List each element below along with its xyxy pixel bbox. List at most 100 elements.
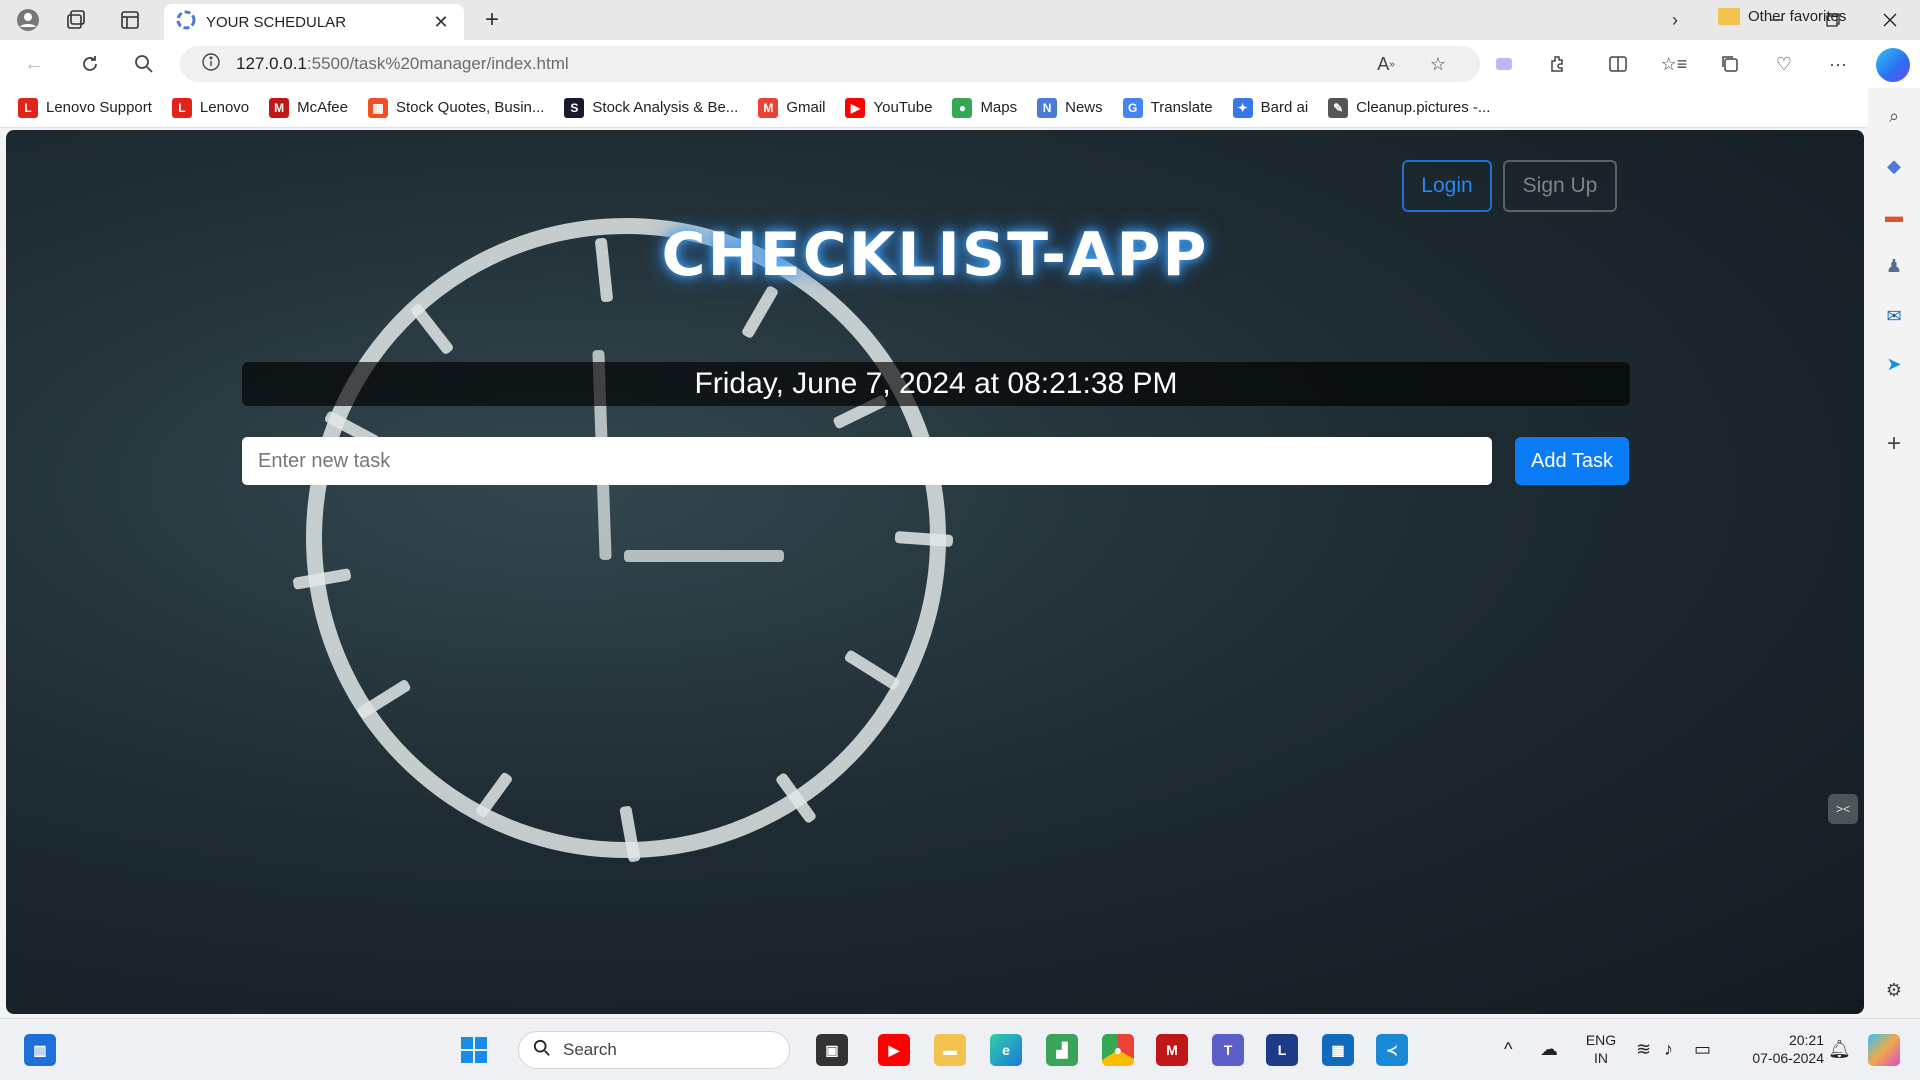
floating-extension-icon[interactable]: >< [1828, 794, 1858, 824]
widgets-icon[interactable]: ▥ [24, 1034, 56, 1066]
chevron-up-icon[interactable]: ^ [1504, 1039, 1512, 1060]
read-aloud-icon[interactable]: A» [1368, 46, 1404, 82]
address-bar[interactable]: 127.0.0.1:5500/task%20manager/index.html [180, 46, 1480, 82]
bookmark-label: News [1065, 99, 1103, 116]
other-favorites[interactable]: Other favorites [1718, 8, 1846, 25]
copilot-taskbar-icon[interactable] [1868, 1034, 1900, 1066]
language-code: ENG [1585, 1032, 1617, 1048]
search-icon [533, 1039, 551, 1062]
taskbar-search[interactable]: Search [518, 1031, 790, 1069]
browser-tab-strip: YOUR SCHEDULAR ✕ + [0, 0, 1920, 40]
close-window-button[interactable] [1862, 0, 1918, 40]
task-view-icon[interactable]: ▣ [816, 1034, 848, 1066]
bookmarks-bar: L Lenovo Support L Lenovo M McAfee ▦ Stock Quot… [0, 88, 1920, 128]
folder-icon [1718, 8, 1740, 25]
site-info-icon[interactable] [202, 52, 220, 76]
youtube-icon[interactable]: ▶ [878, 1034, 910, 1066]
outlook-icon[interactable]: ✉ [1882, 304, 1906, 328]
bookmark-item[interactable]: N News [1037, 97, 1103, 118]
maps-icon: ● [952, 97, 973, 118]
search-icon[interactable] [128, 49, 160, 79]
store-icon[interactable]: ▦ [1322, 1034, 1354, 1066]
chevron-right-icon[interactable]: › [1672, 10, 1678, 31]
bookmark-item[interactable]: S Stock Analysis & Be... [564, 97, 738, 118]
more-options-icon[interactable]: ··· [1820, 46, 1856, 82]
extensions-icon[interactable] [1540, 46, 1576, 82]
file-explorer-icon[interactable]: ▬ [934, 1034, 966, 1066]
favorite-star-icon[interactable]: ☆ [1420, 46, 1456, 82]
browser-essentials-icon[interactable]: ♡ [1766, 46, 1802, 82]
bookmark-item[interactable]: M McAfee [269, 97, 348, 118]
windows-taskbar: ▥ Search ▣ ▶ ▬ e ▟ ● M T L ▦ ≺ ^ ☁ ENG I… [0, 1018, 1920, 1080]
other-favorites-label: Other favorites [1748, 8, 1847, 25]
clock-hour-hand [624, 550, 784, 562]
edge-sidebar: ⌕ ◆ ▬ ♟ ✉ ➤ + ⚙ [1868, 88, 1920, 1018]
vertical-tabs-icon[interactable] [114, 6, 146, 34]
tab-favicon-icon [176, 10, 196, 35]
bookmark-label: McAfee [297, 99, 348, 116]
games-icon[interactable]: ♟ [1882, 254, 1906, 278]
send-icon[interactable]: ➤ [1882, 352, 1906, 376]
chrome-icon[interactable]: ● [1102, 1034, 1134, 1066]
bard-icon: ✦ [1232, 97, 1253, 118]
copilot-icon[interactable] [1876, 48, 1910, 82]
url-text: 127.0.0.1:5500/task%20manager/index.html [236, 54, 569, 73]
volume-icon[interactable]: ♪ [1664, 1039, 1673, 1060]
teams-icon[interactable]: T [1212, 1034, 1244, 1066]
bookmark-label: Gmail [786, 99, 826, 116]
cleanup-icon: ✎ [1328, 97, 1349, 118]
active-tab[interactable]: YOUR SCHEDULAR ✕ [164, 4, 464, 40]
stocks-icon[interactable]: ▟ [1046, 1034, 1078, 1066]
sign-up-button[interactable]: Sign Up [1503, 160, 1617, 212]
tab-title: YOUR SCHEDULAR [206, 13, 347, 31]
bookmark-item[interactable]: L Lenovo [171, 97, 250, 118]
clock-date: 07-06-2024 [1752, 1050, 1824, 1066]
login-button[interactable]: Login [1402, 160, 1492, 212]
profile-icon[interactable] [12, 6, 44, 34]
youtube-icon: ▶ [845, 97, 866, 118]
sidebar-search-icon[interactable]: ⌕ [1882, 104, 1906, 128]
mcafee-icon[interactable]: M [1156, 1034, 1188, 1066]
bookmark-item[interactable]: M Gmail [758, 97, 826, 118]
add-task-button[interactable]: Add Task [1515, 437, 1629, 485]
wifi-icon[interactable]: ≋ [1636, 1039, 1651, 1060]
bookmark-item[interactable]: ✎ Cleanup.pictures -... [1328, 97, 1490, 118]
split-screen-icon[interactable] [1600, 46, 1636, 82]
new-task-input[interactable] [242, 437, 1492, 485]
clock-face [284, 196, 968, 880]
shopping-tag-icon[interactable]: ◆ [1882, 154, 1906, 178]
extension-app-icon[interactable] [1486, 46, 1522, 82]
onedrive-icon[interactable]: ☁ [1540, 1039, 1558, 1060]
start-icon[interactable] [458, 1034, 490, 1066]
bookmark-item[interactable]: ✦ Bard ai [1232, 97, 1309, 118]
clock[interactable]: 20:21 07-06-2024 [1736, 1031, 1824, 1067]
edge-icon[interactable]: e [990, 1034, 1022, 1066]
bookmark-label: Translate [1150, 99, 1213, 116]
battery-icon[interactable]: ▭ [1694, 1039, 1711, 1060]
new-tab-button[interactable]: + [476, 6, 508, 34]
bookmark-item[interactable]: ▶ YouTube [845, 97, 932, 118]
add-sidebar-icon[interactable]: + [1882, 430, 1906, 457]
notifications-icon[interactable]: 🔔︎ [1828, 1039, 1851, 1060]
bookmark-item[interactable]: L Lenovo Support [18, 97, 152, 118]
workspaces-icon[interactable] [60, 6, 92, 34]
stock-analysis-icon: S [564, 97, 585, 118]
collections-icon[interactable] [1712, 46, 1748, 82]
bookmark-item[interactable]: ● Maps [952, 97, 1017, 118]
favorites-icon[interactable]: ☆≡ [1656, 46, 1692, 82]
tab-close-icon[interactable]: ✕ [430, 12, 452, 33]
region-code: IN [1594, 1050, 1608, 1066]
bookmark-label: Bard ai [1260, 99, 1309, 116]
bookmark-label: Lenovo Support [46, 99, 152, 116]
bookmark-item[interactable]: ▦ Stock Quotes, Busin... [368, 97, 544, 118]
refresh-icon[interactable] [74, 49, 106, 79]
vscode-icon[interactable]: ≺ [1376, 1034, 1408, 1066]
bookmark-item[interactable]: G Translate [1122, 97, 1213, 118]
back-arrow-icon[interactable]: ← [18, 49, 50, 79]
tools-icon[interactable]: ▬ [1882, 204, 1906, 228]
language-indicator[interactable]: ENG IN [1584, 1031, 1618, 1067]
settings-icon[interactable]: ⚙ [1882, 978, 1906, 1002]
news-icon: N [1037, 97, 1058, 118]
lenovo-vantage-icon[interactable]: L [1266, 1034, 1298, 1066]
bookmark-label: Lenovo [199, 99, 250, 116]
